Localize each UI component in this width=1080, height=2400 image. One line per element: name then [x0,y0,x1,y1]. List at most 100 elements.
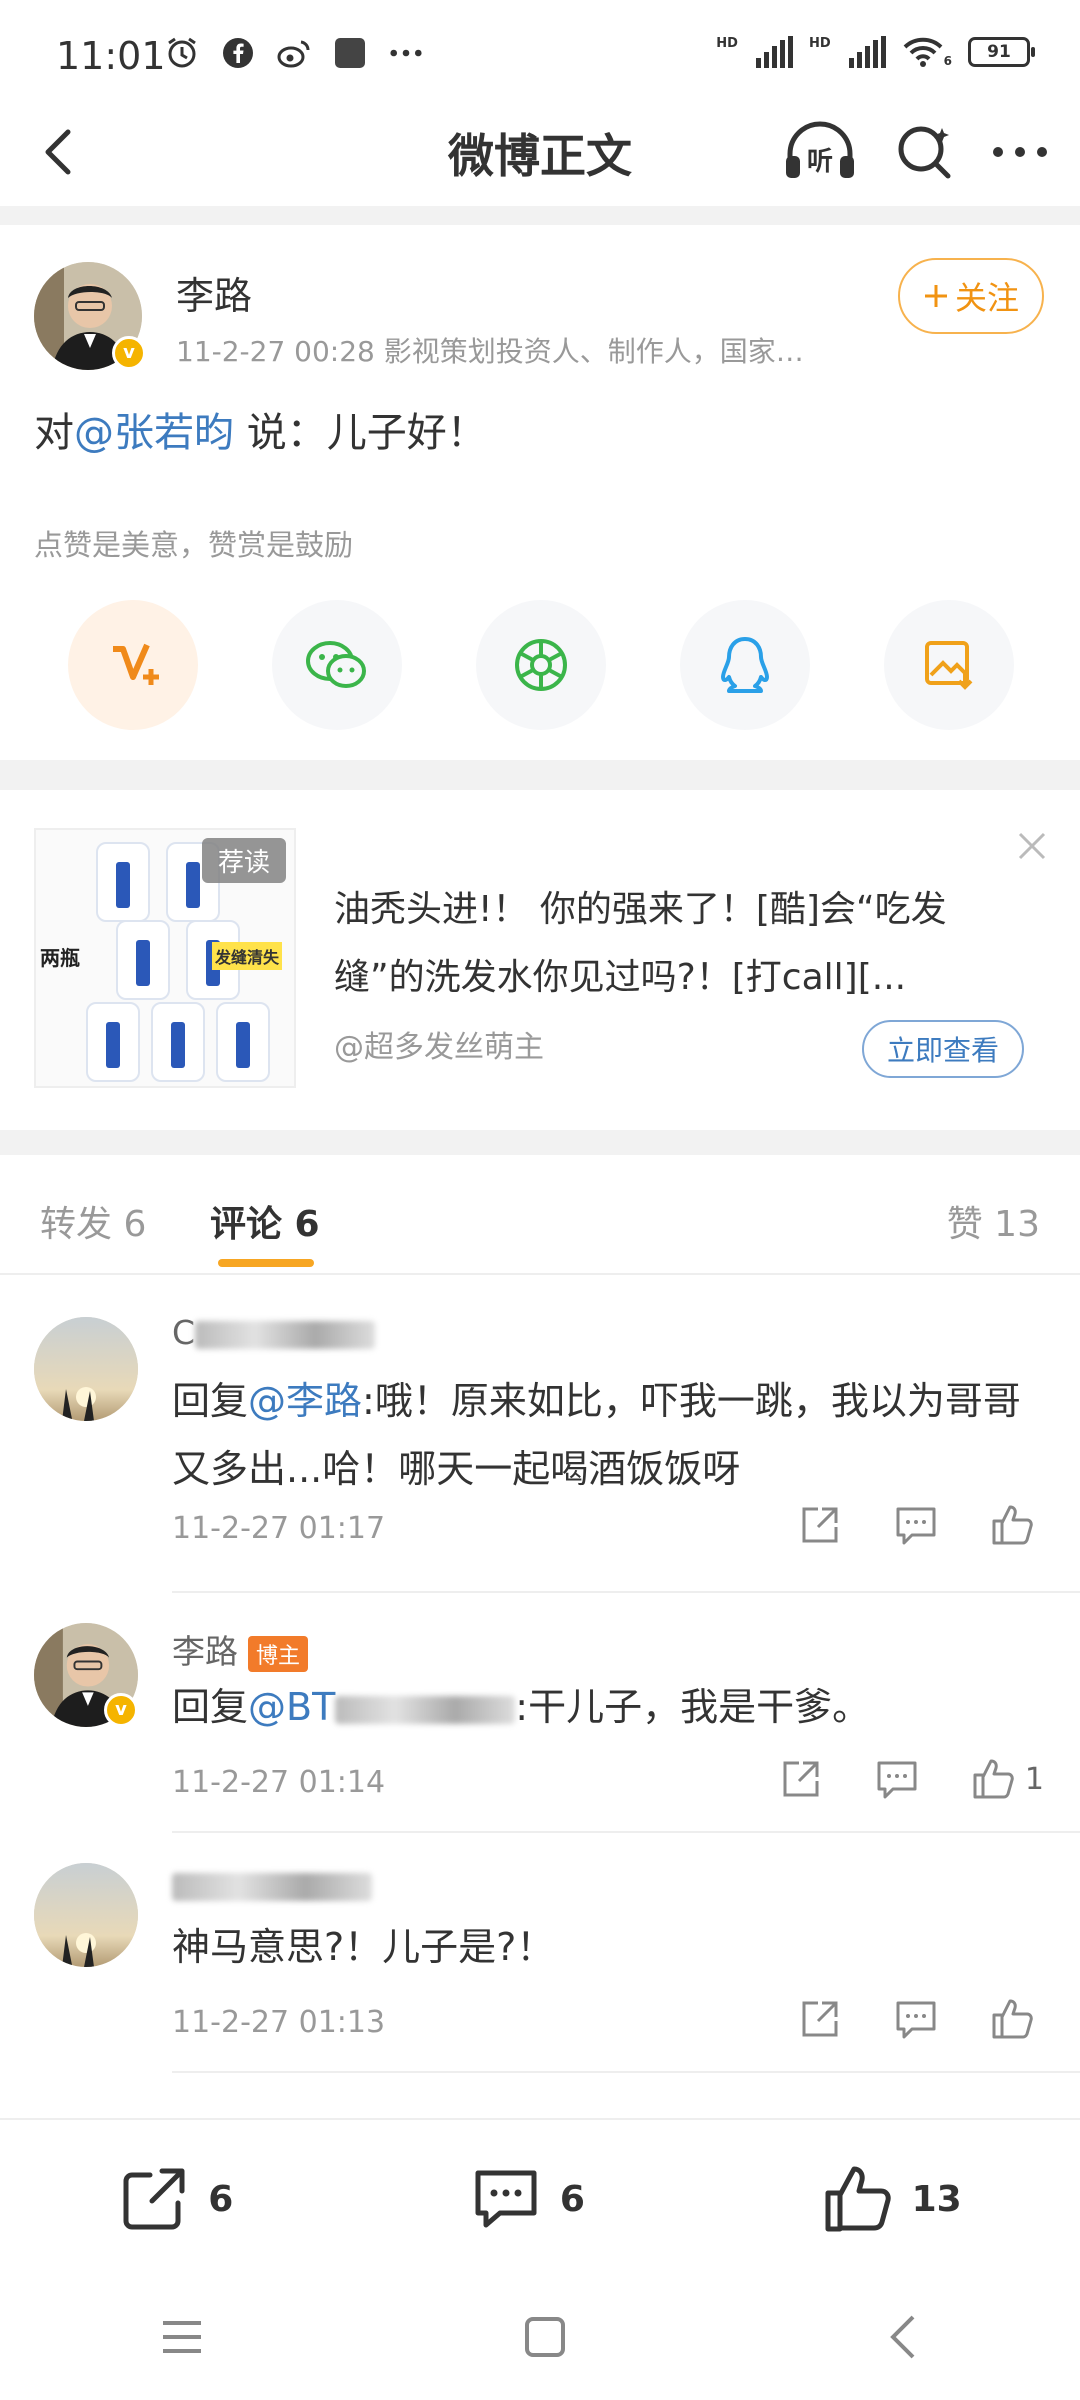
thumbs-up-icon [992,1999,1033,2039]
comment-divider [172,2071,1080,2073]
comment-username[interactable]: C [172,1313,376,1352]
comment-count: 6 [559,2178,585,2220]
comment-username[interactable]: 李路 博主 [172,1625,309,1673]
comment-like-button[interactable] [990,1997,1044,2041]
wechat-icon [306,641,366,688]
share-moments-button[interactable] [476,600,606,730]
top-nav-bar: 微博正文 听 [0,100,1080,206]
post-meta: 11-2-27 00:28 影视策划投资人、制作人，国家… [176,335,804,368]
comment-share-button[interactable] [798,1997,842,2041]
comment-item: 神马意思?！儿子是?！ 11-2-27 01:13 [0,1833,1080,2073]
bottom-action-bar: 6 6 13 [0,2118,1080,2278]
comment-actions [798,1997,1044,2041]
comment-username-prefix: C [172,1313,196,1352]
thumbs-up-icon [973,1759,1014,1799]
sunset-avatar-icon [34,1863,138,1967]
repost-button[interactable]: 6 [118,2163,233,2235]
comment-reply-button[interactable] [894,1503,938,1547]
close-ad-button[interactable] [1012,826,1052,866]
comment-button[interactable]: 6 [470,2163,585,2235]
comment-like-button[interactable] [990,1503,1044,1547]
system-navigation-bar [0,2278,1080,2400]
view-now-button[interactable]: 立即查看 [862,1020,1024,1078]
comment-avatar[interactable] [34,1863,138,1967]
menu-button[interactable] [159,2317,205,2361]
comment-bubble-icon [877,1761,917,1799]
weibo-icon [277,36,311,70]
share-icon [802,1507,838,1543]
alarm-icon [165,36,199,70]
comment-text: 神马意思?！儿子是?！ [172,1913,1052,1981]
comment-share-button[interactable] [779,1757,823,1801]
menu-lines-icon [163,2321,201,2353]
tab-likes[interactable]: 赞 13 [947,1195,1040,1247]
reward-v-plus-icon [113,643,159,685]
network-hd-label-2: HD [808,36,831,51]
share-qq-button[interactable] [680,600,810,730]
ad-source[interactable]: @超多发丝萌主 [334,1022,544,1066]
more-dots-icon [993,147,1047,157]
sunset-avatar-icon [34,1317,138,1421]
active-tab-indicator [218,1259,314,1267]
comment-bubble-icon [896,1507,936,1545]
tab-comments[interactable]: 评论 6 [210,1195,320,1247]
nav-actions: 听 [782,120,1050,188]
qq-penguin-icon [721,637,769,693]
comment-avatar[interactable] [34,1317,138,1421]
headphones-icon: 听 [786,121,854,178]
comment-username[interactable] [172,1865,372,1904]
search-button[interactable] [894,122,954,186]
moments-aperture-icon [515,639,567,691]
save-image-button[interactable] [884,600,1014,730]
like-count: 13 [911,2178,962,2220]
status-system-icons: HD HD 6 91 [716,36,1035,68]
comment-mention-link[interactable]: @BT [248,1685,335,1729]
comment-item: C 回复@李路:哦！原来如比，吓我一跳，我以为哥哥又多出...哈！哪天一起喝酒饭… [0,1277,1080,1593]
comment-text: 回复@BT:干儿子，我是干爹。 [172,1673,1052,1741]
share-icon [783,1761,819,1797]
reward-button[interactable] [68,600,198,730]
more-button[interactable] [990,144,1050,164]
comment-share-button[interactable] [798,1503,842,1547]
comment-mention-link[interactable]: @李路 [248,1379,362,1423]
image-download-icon [925,641,973,690]
post-mention-link[interactable]: @张若昀 [74,410,234,456]
like-button[interactable]: 13 [822,2163,962,2235]
comment-actions [798,1503,1044,1547]
reward-tip: 点赞是美意，赞赏是鼓励 [34,528,354,562]
follow-button[interactable]: 关注 [898,258,1044,334]
tab-repost[interactable]: 转发 6 [40,1195,146,1247]
section-divider [0,1130,1080,1155]
repost-icon [123,2168,185,2230]
status-bar: 11:01 HD HD 6 91 [0,0,1080,100]
thumbs-up-icon [992,1505,1033,1545]
share-wechat-button[interactable] [272,600,402,730]
recommended-tag: 荐读 [201,838,286,883]
home-button[interactable] [523,2315,567,2363]
comment-item: v 李路 博主 回复@BT:干儿子，我是干爹。 11-2-27 01:14 1 [0,1593,1080,1833]
post-content-prefix: 对 [34,410,74,456]
battery-icon: 91 [968,37,1035,67]
search-icon [898,126,951,179]
ad-image[interactable]: 两瓶 发缝清失 荐读 [34,828,296,1088]
comment-reply-button[interactable] [894,1997,938,2041]
listen-button[interactable]: 听 [782,120,858,188]
ad-text[interactable]: 油秃头进!！ 你的强来了！[酷]会“吃发缝”的洗发水你见过吗?！[打call][… [334,876,1014,1012]
comment-time: 11-2-27 01:17 [172,1511,386,1546]
verified-badge-icon: v [104,1693,138,1727]
post-author-name[interactable]: 李路 [176,265,252,320]
more-notifications-icon [389,36,423,70]
system-back-button[interactable] [885,2313,921,2365]
app-square-icon [333,36,367,70]
wifi-icon: 6 [902,36,952,68]
comment-like-button[interactable]: 1 [971,1757,1044,1801]
comment-reply-button[interactable] [875,1757,919,1801]
repost-count: 6 [208,2178,234,2220]
ad-image-label-1: 两瓶 [40,946,80,970]
status-notification-icons [165,36,423,70]
comment-actions: 1 [779,1757,1044,1801]
post-content: 对@张若昀 说：儿子好！ [34,400,487,458]
comment-icon [475,2170,537,2228]
comment-reply-prefix: 回复 [172,1685,249,1729]
comment-time: 11-2-27 01:13 [172,2005,386,2040]
